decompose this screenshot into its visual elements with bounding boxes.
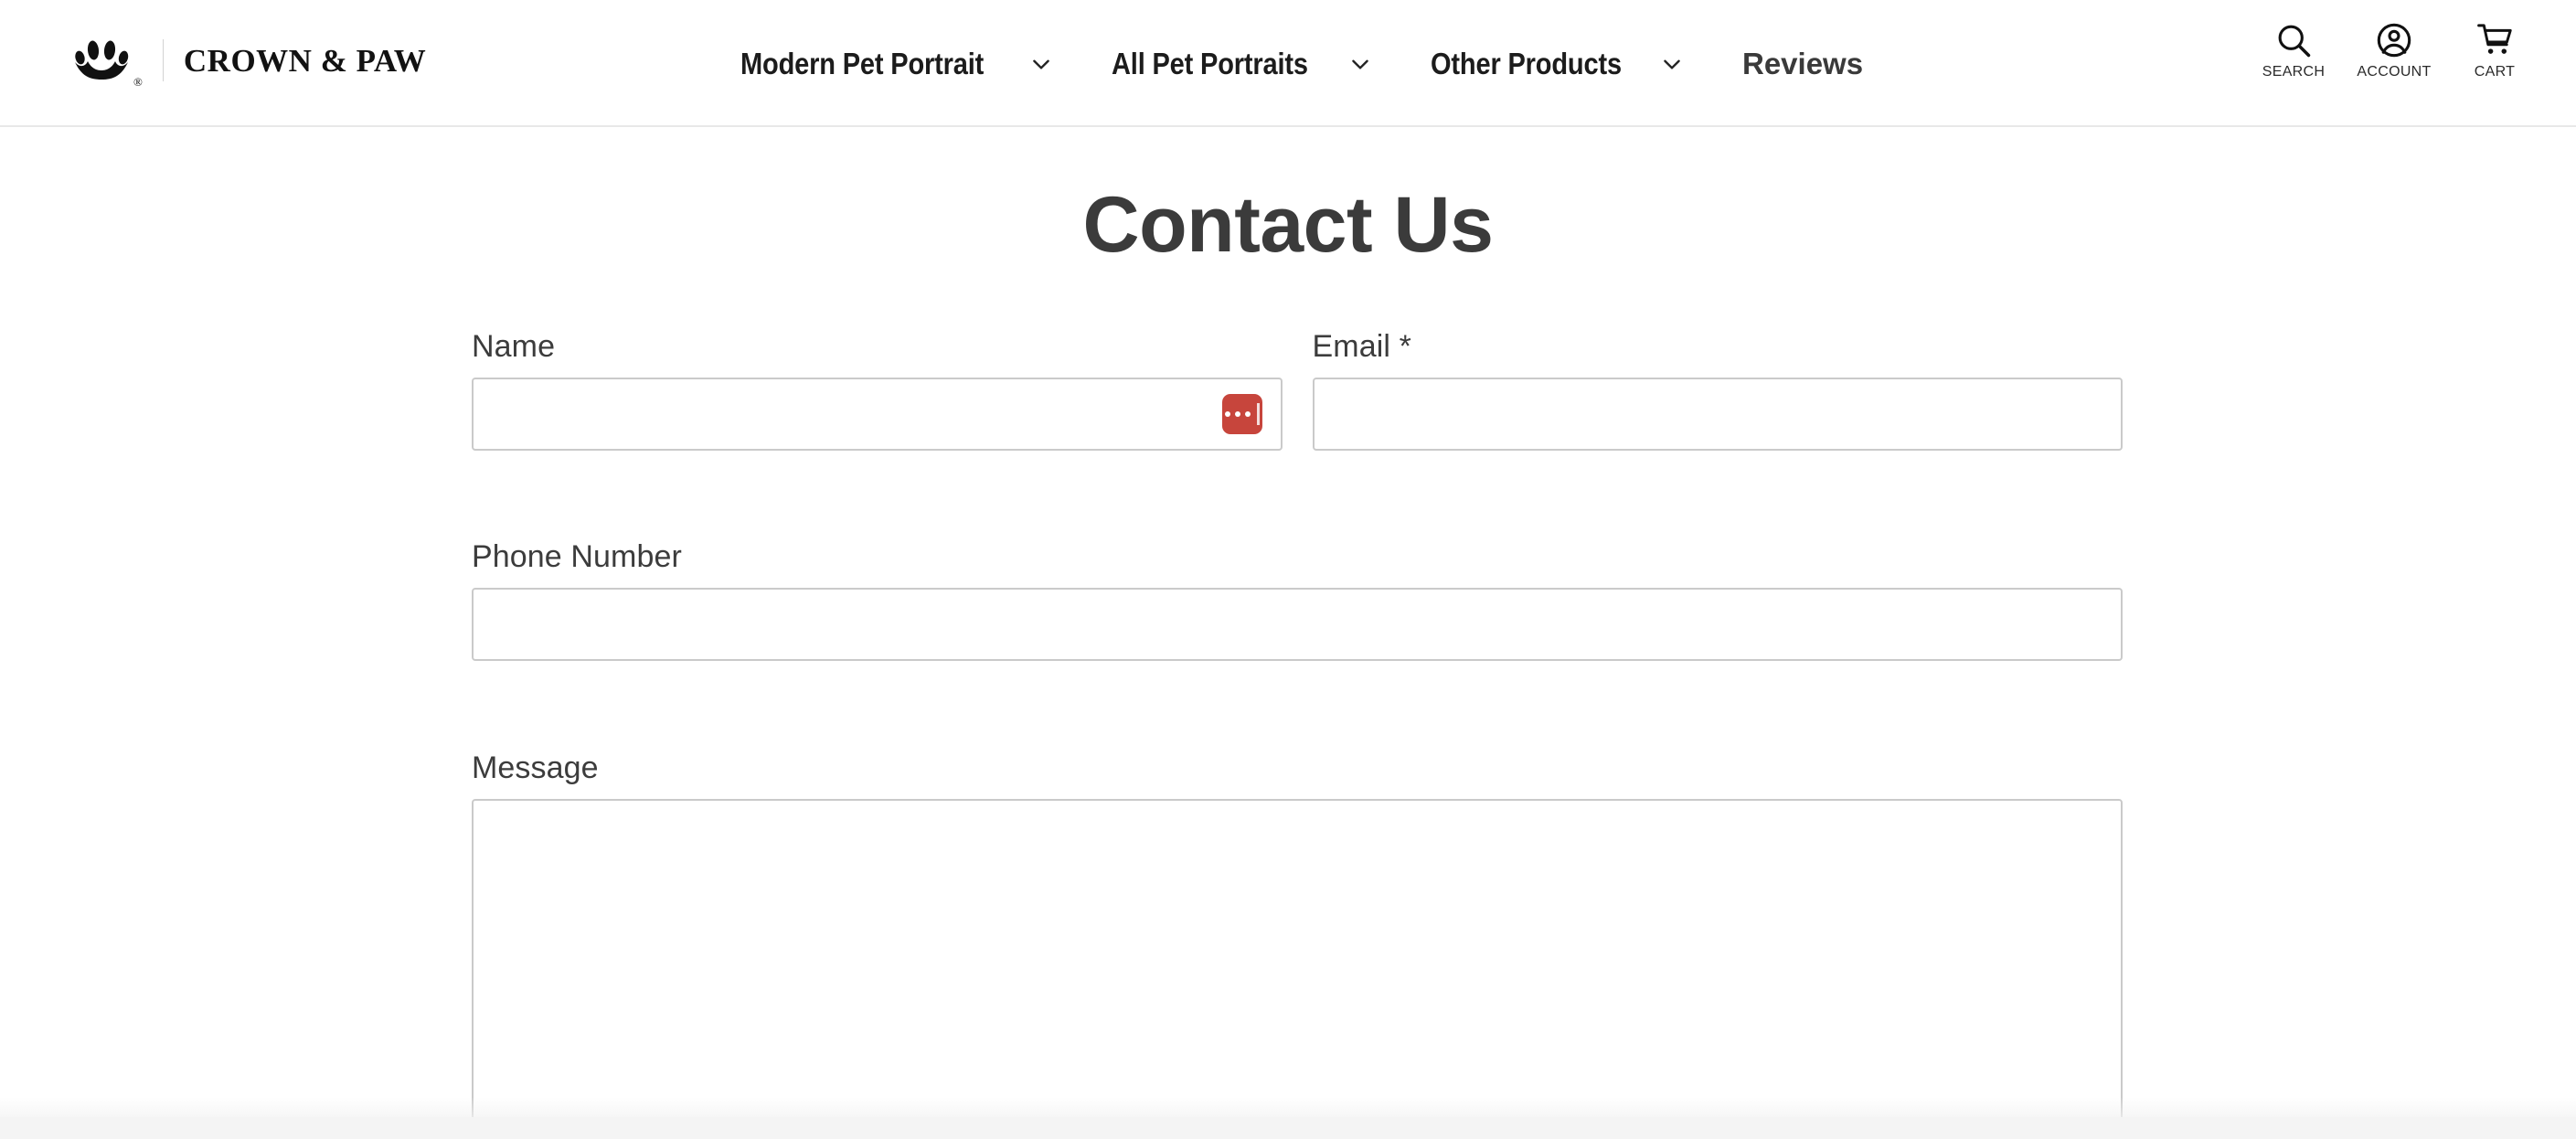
- message-textarea[interactable]: [472, 799, 2123, 1139]
- nav-label: All Pet Portraits: [1112, 47, 1309, 80]
- text-caret: [1256, 403, 1260, 425]
- cart-button[interactable]: CART: [2461, 20, 2528, 80]
- name-email-row: Name Email *: [472, 331, 2123, 451]
- account-label: ACCOUNT: [2357, 64, 2432, 80]
- page-title: Contact Us: [1082, 180, 1494, 269]
- autofill-dot: [1224, 411, 1230, 417]
- search-icon: [2278, 25, 2311, 58]
- cart-label: CART: [2474, 64, 2516, 80]
- email-input-wrap: [1312, 378, 2123, 451]
- logo-divider: [162, 39, 164, 81]
- phone-label: Phone Number: [472, 539, 682, 574]
- nav-label: Other Products: [1430, 47, 1622, 80]
- crown-paw-icon: [75, 40, 129, 80]
- page-bottom-background: [0, 1117, 2576, 1139]
- site-logo[interactable]: ® CROWN & PAW: [73, 29, 426, 91]
- header-tools: SEARCH ACCOUNT CART: [2260, 20, 2528, 80]
- nav-label: Reviews: [1741, 47, 1864, 80]
- password-manager-icon[interactable]: [1221, 394, 1262, 434]
- name-input-wrap: [472, 378, 1283, 451]
- phone-input[interactable]: [472, 588, 2123, 661]
- chevron-down-icon: [1664, 59, 1680, 69]
- autofill-dot: [1244, 411, 1251, 417]
- name-label: Name: [472, 329, 556, 364]
- autofill-dot: [1234, 411, 1240, 417]
- account-icon: [2377, 23, 2411, 58]
- nav-item-all-pet-portraits[interactable]: All Pet Portraits: [1112, 48, 1371, 79]
- primary-navigation: Modern Pet Portrait All Pet Portraits Ot…: [740, 0, 1863, 127]
- message-field-group: Message: [472, 752, 2123, 1139]
- name-input[interactable]: [472, 378, 1283, 451]
- search-button[interactable]: SEARCH: [2260, 20, 2327, 80]
- message-label: Message: [472, 750, 599, 785]
- registered-trademark-mark: ®: [133, 75, 143, 89]
- email-label: Email *: [1312, 329, 1411, 364]
- name-field-group: Name: [472, 331, 1283, 451]
- contact-page: ® CROWN & PAW Modern Pet Portrait All Pe…: [0, 0, 2576, 1139]
- site-header: ® CROWN & PAW Modern Pet Portrait All Pe…: [0, 0, 2576, 127]
- phone-field-group: Phone Number: [472, 541, 2123, 661]
- nav-item-other-products[interactable]: Other Products: [1431, 48, 1684, 79]
- nav-label: Modern Pet Portrait: [740, 47, 985, 80]
- email-input[interactable]: [1312, 378, 2123, 451]
- cart-icon: [2477, 24, 2512, 54]
- contact-form: Name Email * Phone Number Message: [472, 331, 2123, 1139]
- chevron-down-icon: [1033, 59, 1050, 69]
- nav-item-modern-pet-portrait[interactable]: Modern Pet Portrait: [740, 48, 1053, 79]
- nav-item-reviews[interactable]: Reviews: [1742, 48, 1863, 79]
- search-label: SEARCH: [2262, 64, 2326, 80]
- account-button[interactable]: ACCOUNT: [2357, 20, 2432, 80]
- email-field-group: Email *: [1312, 329, 2123, 451]
- logo-wordmark: CROWN & PAW: [183, 42, 427, 79]
- phone-input-wrap: [472, 588, 2123, 661]
- chevron-down-icon: [1351, 59, 1368, 69]
